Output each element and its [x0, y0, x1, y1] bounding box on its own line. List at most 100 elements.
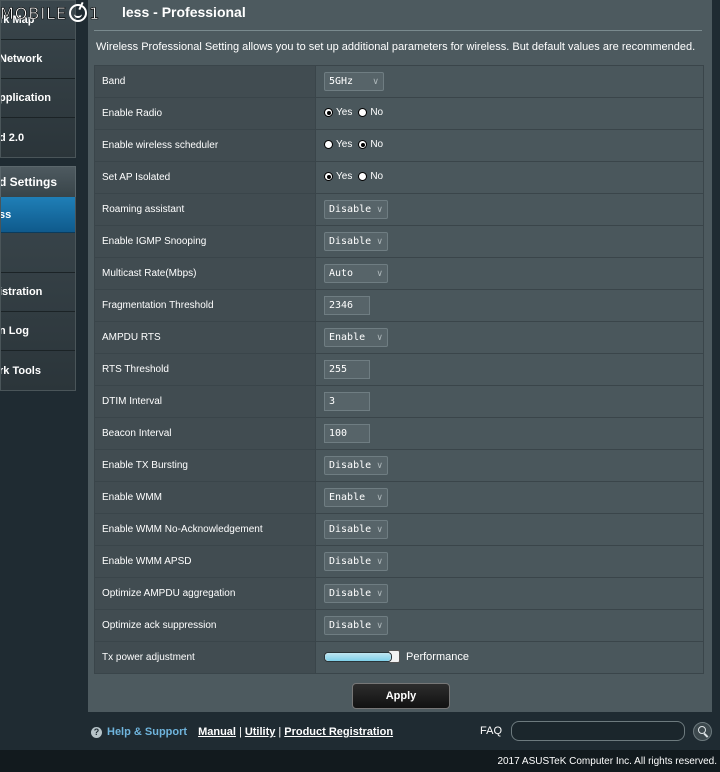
setting-select[interactable]: Enable ∨	[324, 328, 388, 347]
radio-label: Yes	[336, 139, 353, 150]
setting-label: AMPDU RTS	[94, 321, 316, 354]
main-panel: less - Professional Wireless Professiona…	[88, 0, 712, 712]
setting-label: Optimize ack suppression	[94, 609, 316, 642]
sidebar-item-guest-network[interactable]: Network	[1, 40, 75, 79]
sidebar-item-lan[interactable]	[1, 233, 75, 273]
product-registration-link[interactable]: Product Registration	[284, 726, 393, 738]
setting-label: Enable wireless scheduler	[94, 129, 316, 162]
setting-select[interactable]: Disable ∨	[324, 232, 388, 251]
setting-value-cell: Disable ∨	[315, 513, 704, 546]
faq-search-input[interactable]	[511, 721, 685, 741]
select-value: Disable	[329, 556, 372, 567]
select-value: Disable	[329, 236, 372, 247]
select-value: Auto	[329, 268, 354, 279]
chevron-down-icon: ∨	[376, 332, 383, 343]
settings-row: Optimize ack suppression Disable ∨	[94, 609, 704, 642]
sidebar-item-network-tools[interactable]: rk Tools	[1, 351, 75, 390]
slider-track[interactable]	[324, 651, 392, 662]
setting-label: Tx power adjustment	[94, 641, 316, 674]
setting-value-cell: Auto ∨	[315, 257, 704, 290]
settings-row: Fragmentation Threshold 2346	[94, 289, 704, 322]
setting-value-cell: 100	[315, 417, 704, 450]
watermark-logo-icon	[69, 4, 88, 22]
apply-button[interactable]: Apply	[352, 683, 450, 709]
select-value: 5GHz	[329, 76, 354, 87]
sidebar-item-usb-application[interactable]: pplication	[1, 79, 75, 118]
setting-text-input[interactable]: 2346	[324, 296, 370, 315]
radio-no[interactable]: No	[358, 171, 383, 182]
help-title: Help & Support	[107, 726, 188, 738]
setting-select[interactable]: Disable ∨	[324, 520, 388, 539]
chevron-down-icon: ∨	[376, 556, 383, 567]
setting-select[interactable]: Disable ∨	[324, 552, 388, 571]
radio-button-icon	[324, 140, 333, 149]
link-separator: |	[278, 726, 282, 738]
radio-button-icon	[358, 108, 368, 117]
settings-row: Enable WMM APSD Disable ∨	[94, 545, 704, 578]
setting-value-cell: Disable ∨	[315, 225, 704, 258]
settings-row: Optimize AMPDU aggregation Disable ∨	[94, 577, 704, 610]
settings-row: AMPDU RTS Enable ∨	[94, 321, 704, 354]
chevron-down-icon: ∨	[376, 268, 383, 279]
setting-label: Enable WMM APSD	[94, 545, 316, 578]
slider-fill	[325, 652, 391, 661]
setting-select[interactable]: Disable ∨	[324, 616, 388, 635]
divider	[94, 30, 702, 31]
radio-button-icon	[324, 108, 333, 117]
radio-yes[interactable]: Yes	[324, 171, 352, 182]
setting-value-cell: 5GHz ∨	[315, 65, 704, 98]
settings-row: Enable WMM Enable ∨	[94, 481, 704, 514]
utility-link[interactable]: Utility	[245, 726, 276, 738]
radio-yes[interactable]: Yes	[324, 139, 352, 150]
setting-value-cell: Yes No	[315, 129, 704, 162]
chevron-down-icon: ∨	[376, 236, 383, 247]
slider-value-label: Performance	[406, 650, 469, 663]
select-value: Disable	[329, 204, 372, 215]
setting-text-input[interactable]: 3	[324, 392, 370, 411]
radio-yes[interactable]: Yes	[324, 107, 352, 118]
settings-row: DTIM Interval 3	[94, 385, 704, 418]
radio-no[interactable]: No	[358, 107, 383, 118]
sidebar-item-aicloud[interactable]: d 2.0	[1, 118, 75, 157]
radio-label: Yes	[336, 107, 353, 118]
search-icon[interactable]	[693, 722, 712, 741]
setting-select[interactable]: Disable ∨	[324, 200, 388, 219]
setting-text-input[interactable]: 100	[324, 424, 370, 443]
manual-link[interactable]: Manual	[198, 726, 236, 738]
setting-value-cell: Disable ∨	[315, 577, 704, 610]
settings-row: Enable WMM No-Acknowledgement Disable ∨	[94, 513, 704, 546]
footer: ? Help & Support Manual | Utility | Prod…	[0, 712, 720, 750]
chevron-down-icon: ∨	[376, 620, 383, 631]
setting-text-input[interactable]: 255	[324, 360, 370, 379]
sidebar-item-wireless[interactable]: ss	[1, 197, 75, 233]
setting-value-cell: 255	[315, 353, 704, 386]
tx-power-slider[interactable]: Performance	[324, 650, 469, 664]
setting-value-cell: Enable ∨	[315, 321, 704, 354]
settings-row: Tx power adjustment Performance	[94, 641, 704, 674]
setting-label: Band	[94, 65, 316, 98]
settings-row: Enable Radio Yes No	[94, 97, 704, 130]
settings-row: Beacon Interval 100	[94, 417, 704, 450]
setting-label: Fragmentation Threshold	[94, 289, 316, 322]
radio-no[interactable]: No	[358, 139, 383, 150]
settings-row: Enable wireless scheduler Yes No	[94, 129, 704, 162]
setting-select[interactable]: Auto ∨	[324, 264, 388, 283]
setting-value-cell: Disable ∨	[315, 449, 704, 482]
sidebar-item-system-log[interactable]: n Log	[1, 312, 75, 351]
sidebar-item-administration[interactable]: istration	[1, 273, 75, 312]
setting-select[interactable]: Disable ∨	[324, 456, 388, 475]
link-separator: |	[238, 726, 242, 738]
select-value: Disable	[329, 460, 372, 471]
settings-row: Multicast Rate(Mbps) Auto ∨	[94, 257, 704, 290]
faq-label: FAQ	[480, 725, 503, 737]
settings-row: Roaming assistant Disable ∨	[94, 193, 704, 226]
setting-label: Optimize AMPDU aggregation	[94, 577, 316, 610]
setting-label: Enable TX Bursting	[94, 449, 316, 482]
setting-select[interactable]: 5GHz ∨	[324, 72, 384, 91]
setting-select[interactable]: Enable ∨	[324, 488, 388, 507]
select-value: Disable	[329, 620, 372, 631]
setting-label: Enable Radio	[94, 97, 316, 130]
copyright-text: 2017 ASUSTeK Computer Inc. All rights re…	[497, 756, 717, 767]
setting-select[interactable]: Disable ∨	[324, 584, 388, 603]
setting-label: Roaming assistant	[94, 193, 316, 226]
